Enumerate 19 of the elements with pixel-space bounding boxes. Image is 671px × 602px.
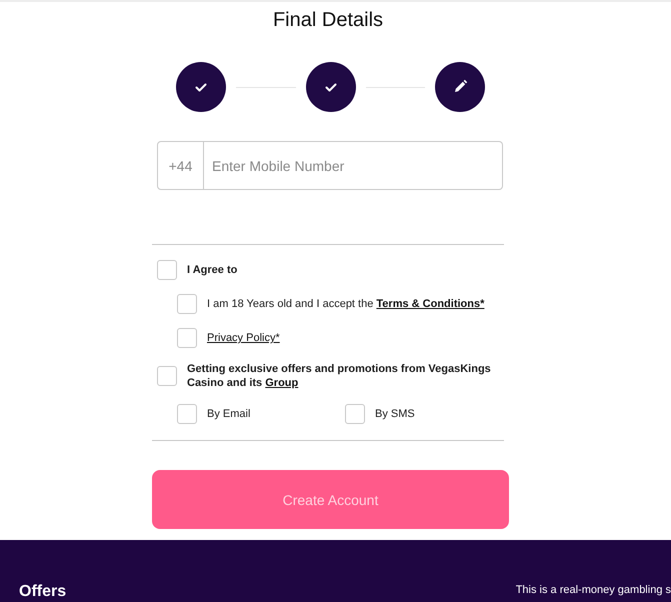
channel-label: By SMS <box>375 407 415 421</box>
checkbox[interactable] <box>345 404 365 424</box>
footer-heading: Offers <box>19 582 66 601</box>
checkbox[interactable] <box>177 404 197 424</box>
agree-label: I Agree to <box>187 263 238 277</box>
mobile-number-input[interactable]: Enter Mobile Number <box>204 141 503 190</box>
checkbox[interactable] <box>157 260 177 280</box>
country-code: +44 <box>157 141 204 190</box>
privacy-policy-link[interactable]: Privacy Policy* <box>207 331 280 345</box>
gambling-notice: This is a real-money gambling s <box>516 583 671 597</box>
checkbox[interactable] <box>157 366 177 386</box>
terms-link[interactable]: Terms & Conditions* <box>376 298 484 310</box>
checkbox[interactable] <box>177 294 197 314</box>
consent-text: I am 18 Years old and I accept the Terms & Conditions* <box>207 297 484 311</box>
checkbox[interactable] <box>177 328 197 348</box>
offers-consent-text: Getting exclusive offers and promotions from VegasKings Casino and its Group <box>187 362 492 390</box>
channel-label: By Email <box>207 407 250 421</box>
page-title: Final Details <box>272 8 384 32</box>
group-link[interactable]: Group <box>265 377 298 389</box>
